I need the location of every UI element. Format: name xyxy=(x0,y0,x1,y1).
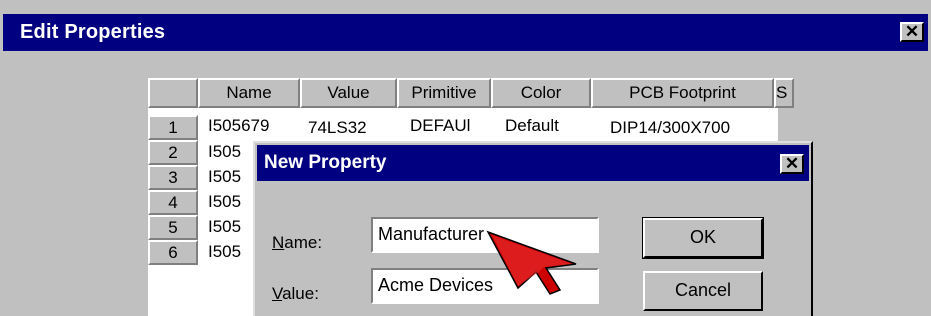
grid-corner[interactable] xyxy=(148,78,198,108)
column-header-color[interactable]: Color xyxy=(491,78,591,108)
table-cell-name[interactable]: I505 xyxy=(208,192,258,212)
ok-button[interactable]: OK xyxy=(642,217,764,259)
cancel-button[interactable]: Cancel xyxy=(643,271,763,311)
table-cell-name[interactable]: I505679 xyxy=(208,116,300,136)
row-header[interactable]: 3 xyxy=(148,165,198,190)
column-header-value[interactable]: Value xyxy=(300,78,397,108)
name-label: Name: xyxy=(272,233,322,253)
row-header[interactable]: 5 xyxy=(148,215,198,240)
row-header[interactable]: 1 xyxy=(148,115,198,140)
column-header-s[interactable]: S xyxy=(774,78,794,108)
table-cell-pcb-footprint[interactable]: DIP14/300X700 xyxy=(610,118,780,138)
column-header-primitive[interactable]: Primitive xyxy=(397,78,491,108)
table-cell-value[interactable]: 74LS32 xyxy=(308,118,398,138)
value-label: Value: xyxy=(272,284,319,304)
pointer-arrow-icon xyxy=(486,230,577,295)
edit-properties-window: Edit Properties ✕ Name Value Primitive C… xyxy=(0,0,931,316)
table-cell-name[interactable]: I505 xyxy=(208,167,258,187)
value-label-accelerator: V xyxy=(272,284,283,303)
window-title-bar[interactable]: Edit Properties ✕ xyxy=(3,14,928,51)
table-cell-name[interactable]: I505 xyxy=(208,242,258,262)
name-label-text: ame: xyxy=(284,233,323,252)
value-label-text: alue: xyxy=(282,284,319,303)
table-cell-name[interactable]: I505 xyxy=(208,217,258,237)
dialog-title: New Property xyxy=(264,152,387,173)
table-cell-primitive[interactable]: DEFAUl xyxy=(410,116,490,136)
table-cell-name[interactable]: I505 xyxy=(208,142,258,162)
column-header-pcb-footprint[interactable]: PCB Footprint xyxy=(591,78,774,108)
close-icon[interactable]: ✕ xyxy=(900,22,924,42)
dialog-title-bar[interactable]: New Property ✕ xyxy=(257,145,809,181)
name-label-accelerator: N xyxy=(272,233,285,252)
window-title: Edit Properties xyxy=(20,21,166,43)
row-header[interactable]: 6 xyxy=(148,240,198,265)
row-header[interactable]: 2 xyxy=(148,140,198,165)
close-icon[interactable]: ✕ xyxy=(780,154,804,174)
column-header-name[interactable]: Name xyxy=(198,78,300,108)
table-cell-color[interactable]: Default xyxy=(505,116,591,136)
row-header[interactable]: 4 xyxy=(148,190,198,215)
